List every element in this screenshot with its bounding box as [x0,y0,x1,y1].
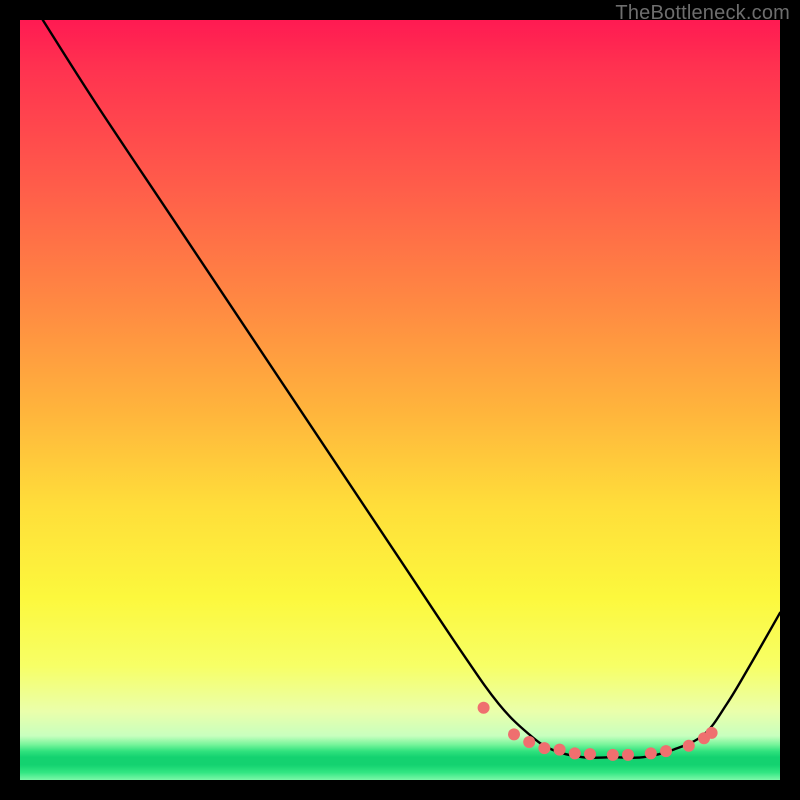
plot-area [20,20,780,780]
marker-layer [478,702,718,761]
data-marker [554,744,566,756]
chart-frame: TheBottleneck.com [0,0,800,800]
data-marker [569,747,581,759]
data-marker [478,702,490,714]
data-marker [607,749,619,761]
data-marker [584,748,596,760]
data-marker [508,728,520,740]
data-marker [538,742,550,754]
data-marker [660,745,672,757]
data-marker [523,736,535,748]
curve-layer [20,20,780,780]
data-marker [706,727,718,739]
data-marker [683,740,695,752]
watermark-text: TheBottleneck.com [615,2,790,25]
bottleneck-curve [43,20,780,758]
data-marker [622,749,634,761]
data-marker [645,747,657,759]
